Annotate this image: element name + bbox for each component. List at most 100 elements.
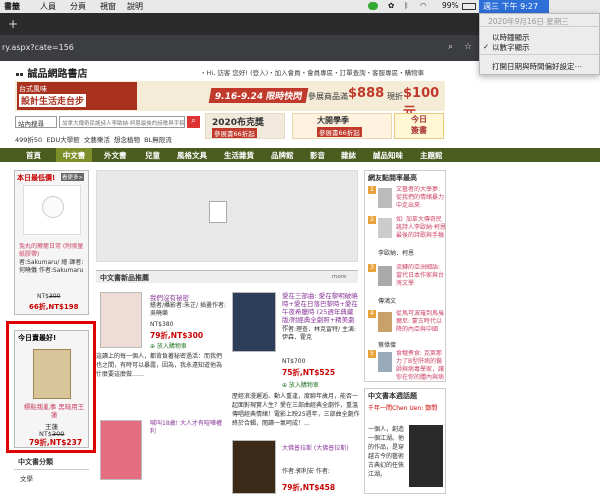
promo-banner-3[interactable]: 大開學季 參展書66折起 <box>292 113 392 139</box>
ranking-item[interactable]: 2 如: 加拿大傳奇民謠詩人李歐納‧柯恩最後的詩歌與手稿 李歐納．柯恩 <box>368 216 446 258</box>
menu-window[interactable]: 視窗 <box>100 1 116 12</box>
nav-brands[interactable]: 品牌館 <box>271 150 294 161</box>
nav-chinese-books[interactable]: 中文書 <box>56 148 92 162</box>
main-banner-placeholder[interactable] <box>96 170 358 262</box>
book-cover-secrets[interactable] <box>100 292 142 348</box>
today-lowest-author: 者:Sakumaru/ 繪 譯者:何曉儀 作者:Sakumaru <box>19 259 84 274</box>
flower-icon[interactable]: ✿ <box>388 1 394 10</box>
top-links[interactable]: ・Hi, 訪客 您好! (登入)・加入會員・會員專區・訂單查詢・客服專區・購物車 <box>200 67 424 77</box>
search-scope-value: 站內搜尋 <box>18 120 44 128</box>
promo-banner-4[interactable]: 今日 簽書 <box>394 113 444 139</box>
quick-link[interactable]: 499折50 <box>15 136 42 144</box>
book-cover-punctuation[interactable] <box>33 349 71 399</box>
search-input[interactable]: 加拿大傳奇民謠詩人李歐納‧柯恩最後的詩歌與手稿 <box>59 116 185 128</box>
clock[interactable]: 週三 下午 9:27 <box>479 0 549 13</box>
banner-date: 9.16-9.24 限時快閃 <box>208 88 309 103</box>
book-orig-price: NT$380 <box>150 321 174 328</box>
category-item-literature[interactable]: 文學 <box>14 470 89 486</box>
menu-tabs[interactable]: 分頁 <box>70 1 86 12</box>
daily-label: 今日 <box>411 115 427 124</box>
ranking-item[interactable]: 5 食糧煮食: 克萊那力了B型肝病的醫師與病毒學家，讓你在你的體內與病毒共存 <box>368 350 446 382</box>
quick-link[interactable]: 文藝樂活 <box>84 136 110 144</box>
quick-link[interactable]: EDU大學館 <box>46 136 79 144</box>
newbooks-title: 中文書新品推薦 <box>100 274 149 282</box>
search-scope-select[interactable]: 站內搜尋 <box>15 116 57 128</box>
book-cover-bunny[interactable] <box>23 185 81 235</box>
search-icon[interactable]: ⌕ <box>448 42 453 52</box>
nav-magazine[interactable]: 雜誌 <box>341 150 356 161</box>
url-text[interactable]: ry.aspx?cate=156 <box>2 43 74 52</box>
divider <box>480 26 600 27</box>
book-title[interactable]: 大佛普拉斯 (大佛普拉斯) <box>282 445 360 453</box>
rank-title[interactable]: 如: 加拿大傳奇民謠詩人李歐納‧柯恩最後的詩歌與手稿 <box>396 216 446 248</box>
menu-bookmarks[interactable]: 書籤 <box>4 1 20 12</box>
banner2-title: 2020布克獎 <box>212 118 265 128</box>
book-desc: 歷經浪漫邂逅、動人重逢，度聊年歲月，能否一起面對現實人生？愛在三部曲經典全劇作，… <box>232 393 360 427</box>
book-title[interactable]: 我們沒有祕密 <box>150 292 226 302</box>
star-icon[interactable]: ☆ <box>464 42 472 52</box>
option-prefs[interactable]: 打開日期與時間偏好設定⋯ <box>492 61 582 72</box>
quick-links: 499折50 EDU大學館 文藝樂活 想念植物 BL無限流 <box>15 134 172 144</box>
line-icon[interactable] <box>368 2 378 10</box>
banner-cash: 現折 <box>387 92 403 101</box>
nav-theme[interactable]: 主題館 <box>420 150 443 161</box>
book-desc: 這讀上的每一個人，都背負著秘密過活：而我們也之間，有時可以暴露，因為，我永遠知道… <box>96 353 223 378</box>
weekly-link[interactable]: 千年一問Chen Uen: 鄭問 <box>368 405 444 413</box>
rank-title[interactable]: 從馬可波羅到馬戛爾尼: 蒙古時代以降的內亞與中國 <box>396 310 446 340</box>
quick-link[interactable]: 想念植物 <box>114 136 140 144</box>
nav-home[interactable]: 首頁 <box>26 150 41 161</box>
nav-lifestyle[interactable]: 生活雜貨 <box>224 150 254 161</box>
ranking-item[interactable]: 4 從馬可波羅到馬戛爾尼: 蒙古時代以降的內亞與中國 蔡偉傑 <box>368 310 446 349</box>
menu-help[interactable]: 說明 <box>127 1 143 12</box>
banner2-sub: 參展書66折起 <box>212 128 257 138</box>
promo-banner-1[interactable]: 台式風味 設計生活走台步 9.16-9.24 限時快閃 參展商品滿 $888 現… <box>15 81 445 120</box>
book-title[interactable]: 愛在三部曲: 愛在黎明破曉時+愛在日落巴黎時+愛在午夜希臘時 (25週年典藏版/… <box>282 292 360 326</box>
rank-title[interactable]: 流轉的亞洲細語: 當代日本作家與台灣文學 <box>396 264 446 296</box>
battery-icon[interactable] <box>462 3 476 10</box>
rank-author: 傳鴻文 <box>378 298 397 305</box>
nav-taste[interactable]: 誠品知味 <box>373 150 403 161</box>
promo-banner-2[interactable]: 2020布克獎 參展書66折起 <box>205 113 285 139</box>
rank-title[interactable]: 食糧煮食: 克萊那力了B型肝病的醫師與病毒學家，讓你在你的體內與病毒共存 <box>396 350 446 380</box>
new-tab-button[interactable]: + <box>8 17 18 31</box>
book-author: 作者:郭利安 作者: <box>282 468 330 475</box>
today-best-book-title[interactable]: 標點叛亂事 黑暗用王蓮 <box>21 403 87 419</box>
divider <box>480 54 600 55</box>
banner3-title: 大開學季 <box>317 116 349 125</box>
category-sidebar: 中文書分類 文學 <box>14 455 89 494</box>
main-nav: 首頁 中文書 外文書 兒童 風格文具 生活雜貨 品牌館 影音 雜誌 誠品知味 主… <box>0 148 600 162</box>
book-author: 繪者/攝影者:朱芷/ 插畫作者:吳曉樂 <box>150 302 226 317</box>
ranking-item[interactable]: 1 文藝者的大學夢: 從我們的情緒暴力中走出來 <box>368 186 446 214</box>
nav-media[interactable]: 影音 <box>310 150 325 161</box>
book-cover-18[interactable] <box>100 420 142 480</box>
banner3-sub: 參展書66折起 <box>317 127 362 137</box>
nav-foreign-books[interactable]: 外文書 <box>104 150 127 161</box>
weekly-cover[interactable] <box>409 425 443 487</box>
see-more-badge[interactable]: 看更多> <box>61 173 85 181</box>
book-cover-buddha[interactable] <box>232 440 276 494</box>
book-title[interactable]: 喊叫18歲! 大人才有喧嘩權利 <box>150 420 226 436</box>
bluetooth-icon[interactable]: ᛒ <box>404 1 409 10</box>
clock-menu: 2020年9月16日 星期三 以時鐘顯示 ✓ 以數字顯示 打開日期與時間偏好設定… <box>479 13 600 75</box>
site-logo[interactable]: 誠品網路書店 <box>16 65 87 80</box>
newbooks-more-link[interactable]: more <box>332 274 346 280</box>
today-best-title: 今日賣最好! <box>18 334 57 342</box>
menu-people[interactable]: 人員 <box>40 1 56 12</box>
today-lowest-book-title[interactable]: 兔丸的療癒日常 (附限量紙膠帶) <box>19 243 87 259</box>
nav-kids[interactable]: 兒童 <box>145 150 160 161</box>
search-button[interactable]: ⌕ <box>187 116 200 128</box>
rank-author: 李歐納．柯恩 <box>378 250 415 257</box>
check-icon: ✓ <box>483 42 490 51</box>
rank-title[interactable]: 文藝者的大學夢: 從我們的情緒暴力中走出來 <box>396 186 446 210</box>
book-cover-before-trilogy[interactable] <box>232 292 276 352</box>
quick-link[interactable]: BL無限流 <box>144 136 172 144</box>
ranking-item[interactable]: 3 流轉的亞洲細語: 當代日本作家與台灣文學 傳鴻文 <box>368 264 446 305</box>
battery-percent: 99% <box>442 1 459 10</box>
banner-mid: 參展商品滿 <box>308 92 348 101</box>
nav-stationery[interactable]: 風格文具 <box>177 150 207 161</box>
wifi-icon[interactable]: ◠ <box>420 1 427 10</box>
add-cart-button[interactable]: ⊕ 放入購物車 <box>150 341 187 350</box>
add-cart-button[interactable]: ⊕ 放入購物車 <box>282 380 319 389</box>
rank-number: 2 <box>368 216 376 224</box>
option-digital[interactable]: 以數字顯示 <box>492 42 530 53</box>
